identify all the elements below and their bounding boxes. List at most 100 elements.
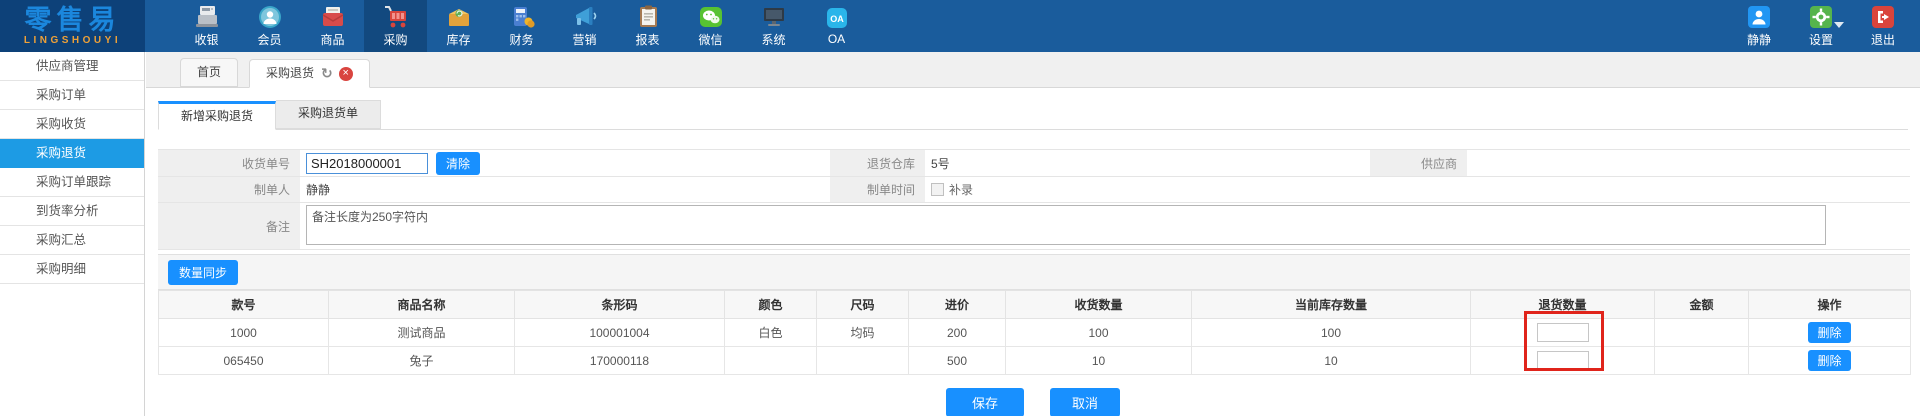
delete-button[interactable]: 删除: [1808, 350, 1851, 371]
page-tab-bar: 首页 采购退货 ↻ ×: [146, 52, 1920, 88]
cell-current-stock: 10: [1191, 346, 1471, 375]
nav-item-purchase[interactable]: 采购: [364, 0, 427, 52]
cell-current-stock: 100: [1191, 318, 1471, 347]
maker-label: 制单人: [158, 177, 300, 202]
finance-icon: [508, 5, 536, 29]
make-time-cell: 补录: [925, 177, 1910, 202]
nav-item-wechat[interactable]: 微信: [679, 0, 742, 52]
logout-button[interactable]: 退出: [1852, 0, 1914, 52]
settings-button[interactable]: 设置: [1790, 0, 1852, 52]
save-button[interactable]: 保存: [945, 388, 1024, 416]
nav-label: 会员: [257, 32, 282, 47]
oa-icon: OA: [823, 6, 851, 30]
cell-size: 均码: [816, 318, 909, 347]
cancel-button[interactable]: 取消: [1050, 388, 1121, 416]
supplier-label: 供应商: [1370, 150, 1467, 176]
nav-item-marketing[interactable]: 营销: [553, 0, 616, 52]
logout-label: 退出: [1870, 32, 1895, 47]
return-warehouse-value: 5号: [931, 156, 950, 171]
nav-label: 财务: [509, 32, 534, 47]
nav-label: 采购: [383, 32, 408, 47]
col-received-qty: 收货数量: [1005, 290, 1192, 319]
sidebar-item-purchase-order[interactable]: 采购订单: [0, 81, 144, 110]
sidebar-menu: 供应商管理 采购订单 采购收货 采购退货 采购订单跟踪 到货率分析 采购汇总 采…: [0, 52, 145, 416]
col-current-stock: 当前库存数量: [1191, 290, 1471, 319]
nav-label: 微信: [698, 32, 723, 47]
cell-actions: 删除: [1748, 318, 1911, 347]
remark-label: 备注: [158, 203, 300, 249]
cell-product-name: 兔子: [328, 346, 515, 375]
nav-item-cashier[interactable]: 收银: [175, 0, 238, 52]
nav-item-report[interactable]: 报表: [616, 0, 679, 52]
cell-style-no: 065450: [158, 346, 329, 375]
col-style-no: 款号: [158, 290, 329, 319]
supplementary-entry-checkbox[interactable]: [931, 183, 944, 196]
svg-text:OA: OA: [830, 14, 844, 24]
cell-barcode: 170000118: [514, 346, 725, 375]
system-icon: [760, 5, 788, 29]
quantity-sync-button[interactable]: 数量同步: [168, 259, 239, 285]
tab-purchase-return-label: 采购退货: [266, 66, 315, 80]
col-actions: 操作: [1748, 290, 1911, 319]
purchase-return-form: 收货单号 清除 退货仓库 5号 供应商 制单人 静静 制单时间 补录: [158, 149, 1910, 250]
sidebar-item-purchase-return[interactable]: 采购退货: [0, 139, 144, 168]
remark-cell: 备注长度为250字符内: [300, 203, 1910, 249]
cell-received-qty: 100: [1005, 318, 1192, 347]
return-qty-input[interactable]: [1536, 351, 1589, 370]
cell-actions: 删除: [1748, 346, 1911, 375]
nav-label: 报表: [635, 32, 660, 47]
app-logo-title: 零售易: [24, 5, 121, 35]
cell-style-no: 1000: [158, 318, 329, 347]
supplier-value: [1467, 150, 1910, 176]
refresh-icon[interactable]: ↻: [321, 60, 333, 87]
cell-received-qty: 10: [1005, 346, 1192, 375]
cell-barcode: 100001004: [514, 318, 725, 347]
subtab-purchase-return-orders[interactable]: 采购退货单: [276, 100, 382, 129]
tab-home[interactable]: 首页: [180, 58, 239, 87]
nav-item-finance[interactable]: 财务: [490, 0, 553, 52]
report-icon: [634, 5, 662, 29]
sidebar-item-purchase-detail[interactable]: 采购明细: [0, 255, 144, 284]
page: 零售易 LINGSHOUYI 收银 会员 商品 采购 库存 财务 营销 报表 微…: [0, 0, 1920, 416]
nav-item-oa[interactable]: OA OA: [805, 0, 868, 52]
sidebar-item-purchase-receiving[interactable]: 采购收货: [0, 110, 144, 139]
table-row: 065450 兔子 170000118 500 10 10 删除: [158, 346, 1911, 375]
return-qty-input[interactable]: [1536, 323, 1589, 342]
main-content: 首页 采购退货 ↻ × 新增采购退货 采购退货单 收货单号 清除 退货仓库 5号: [146, 52, 1920, 416]
col-size: 尺码: [816, 290, 909, 319]
cell-amount: [1654, 318, 1749, 347]
cell-price: 500: [908, 346, 1006, 375]
sidebar-item-supplier-management[interactable]: 供应商管理: [0, 52, 144, 81]
nav-label: 营销: [572, 32, 597, 47]
close-icon[interactable]: ×: [338, 66, 353, 81]
form-actions: 保存 取消: [146, 388, 1920, 416]
remark-textarea[interactable]: 备注长度为250字符内: [306, 205, 1826, 245]
product-icon: [319, 5, 347, 29]
app-logo: 零售易 LINGSHOUYI: [0, 0, 145, 52]
nav-item-member[interactable]: 会员: [238, 0, 301, 52]
wechat-icon: [697, 5, 725, 29]
nav-item-product[interactable]: 商品: [301, 0, 364, 52]
sidebar-item-purchase-order-tracking[interactable]: 采购订单跟踪: [0, 168, 144, 197]
detail-toolbar: 数量同步: [158, 254, 1910, 290]
col-color: 颜色: [724, 290, 817, 319]
logout-icon: [1869, 5, 1897, 29]
nav-item-system[interactable]: 系统: [742, 0, 805, 52]
form-row-2: 制单人 静静 制单时间 补录: [158, 177, 1910, 203]
maker-value: 静静: [306, 183, 331, 197]
tab-purchase-return[interactable]: 采购退货 ↻ ×: [249, 59, 370, 88]
nav-item-inventory[interactable]: 库存: [427, 0, 490, 52]
topbar-right-group: 静静 设置 退出: [1728, 0, 1914, 52]
marketing-icon: [571, 5, 599, 29]
clear-button[interactable]: 清除: [436, 151, 481, 175]
current-user-button[interactable]: 静静: [1728, 0, 1790, 52]
table-row: 1000 测试商品 100001004 白色 均码 200 100 100 删除: [158, 318, 1911, 347]
form-row-3: 备注 备注长度为250字符内: [158, 203, 1910, 250]
receipt-no-input[interactable]: [306, 152, 428, 174]
inventory-icon: [445, 5, 473, 29]
subtab-new-purchase-return[interactable]: 新增采购退货: [158, 101, 277, 130]
nav-label: 系统: [761, 32, 786, 47]
sidebar-item-arrival-rate-analysis[interactable]: 到货率分析: [0, 197, 144, 226]
delete-button[interactable]: 删除: [1808, 322, 1851, 343]
sidebar-item-purchase-summary[interactable]: 采购汇总: [0, 226, 144, 255]
